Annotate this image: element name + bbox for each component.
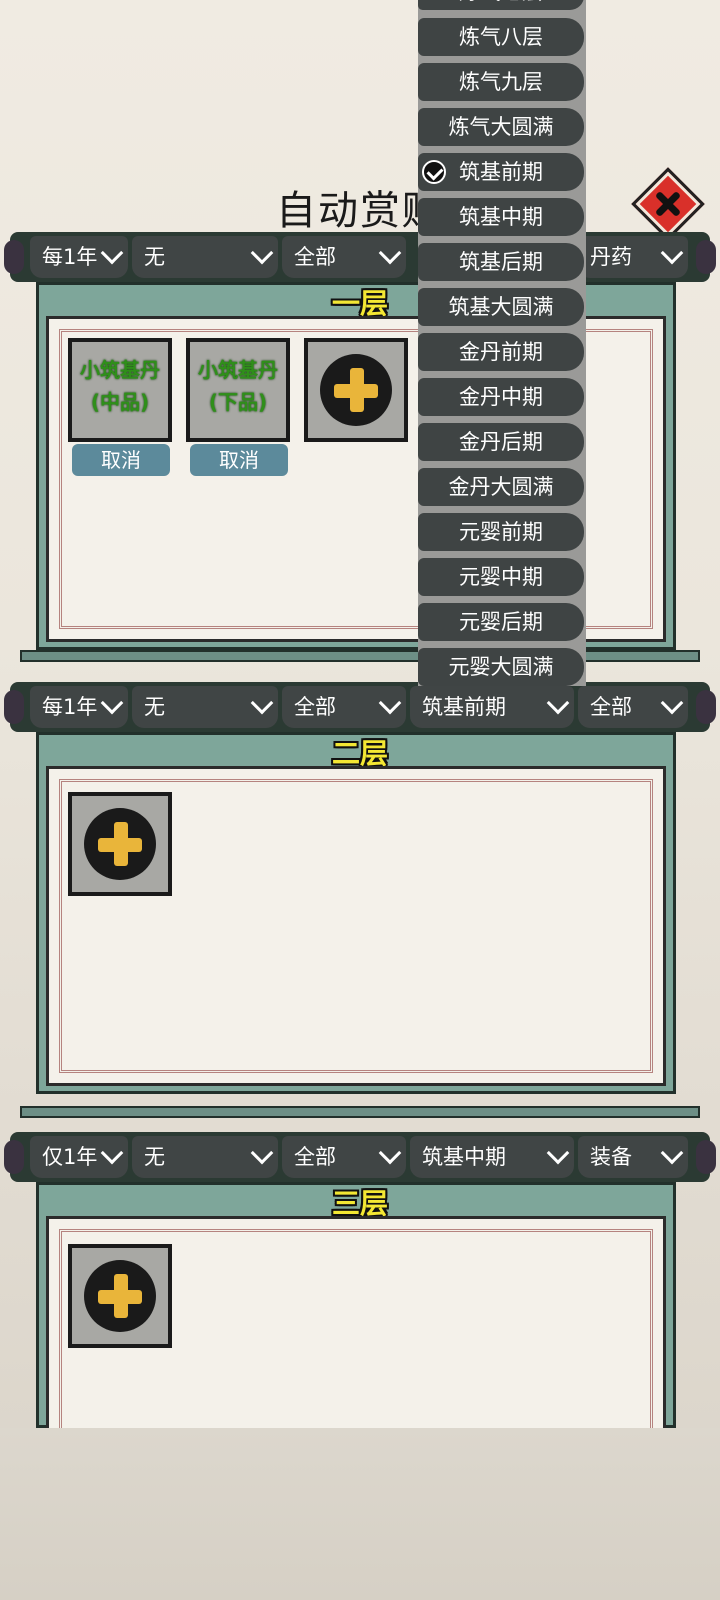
category-value: 全部 bbox=[590, 695, 632, 719]
chevron-down-icon bbox=[250, 241, 274, 265]
plus-icon bbox=[84, 808, 156, 880]
target-value: 无 bbox=[144, 695, 165, 719]
scope-value: 全部 bbox=[294, 245, 336, 269]
scope-dropdown[interactable]: 全部 bbox=[282, 1136, 406, 1178]
bottom-background bbox=[0, 1428, 720, 1600]
category-value: 丹药 bbox=[590, 245, 632, 269]
option-label: 筑基前期 bbox=[459, 160, 543, 184]
frequency-value: 每1年 bbox=[42, 245, 98, 269]
scope-dropdown[interactable]: 全部 bbox=[282, 236, 406, 278]
target-dropdown[interactable]: 无 bbox=[132, 236, 278, 278]
chevron-down-icon bbox=[378, 691, 402, 715]
realm-value: 筑基中期 bbox=[422, 1145, 506, 1169]
add-item-slot[interactable] bbox=[304, 338, 408, 442]
realm-dropdown[interactable]: 筑基中期 bbox=[410, 1136, 574, 1178]
bar-end-left bbox=[4, 240, 24, 274]
scope-value: 全部 bbox=[294, 695, 336, 719]
scope-value: 全部 bbox=[294, 1145, 336, 1169]
reward-item-slot[interactable]: 小筑基丹 (下品) bbox=[186, 338, 290, 442]
category-dropdown[interactable]: 丹药 bbox=[578, 236, 688, 278]
dropdown-option[interactable]: 金丹后期 bbox=[418, 423, 584, 461]
chevron-down-icon bbox=[250, 1141, 274, 1165]
bar-end-right bbox=[696, 240, 716, 274]
shelf bbox=[20, 650, 700, 662]
chevron-down-icon bbox=[100, 241, 124, 265]
plus-icon bbox=[84, 1260, 156, 1332]
category-value: 装备 bbox=[590, 1145, 632, 1169]
add-item-slot[interactable] bbox=[68, 1244, 172, 1348]
bar-end-left bbox=[4, 690, 24, 724]
chevron-down-icon bbox=[546, 1141, 570, 1165]
dropdown-option[interactable]: 金丹大圆满 bbox=[418, 468, 584, 506]
dropdown-option[interactable]: 炼气七层 bbox=[418, 0, 584, 10]
item-name: 小筑基丹 (下品) bbox=[198, 358, 278, 414]
frequency-dropdown[interactable]: 每1年 bbox=[30, 236, 128, 278]
chevron-down-icon bbox=[100, 1141, 124, 1165]
item-name: 小筑基丹 (中品) bbox=[80, 358, 160, 414]
dropdown-option[interactable]: 元婴大圆满 bbox=[418, 648, 584, 686]
scope-dropdown[interactable]: 全部 bbox=[282, 686, 406, 728]
shelf bbox=[20, 1106, 700, 1118]
dropdown-option[interactable]: 炼气九层 bbox=[418, 63, 584, 101]
dropdown-option[interactable]: 筑基后期 bbox=[418, 243, 584, 281]
dropdown-option[interactable]: 元婴前期 bbox=[418, 513, 584, 551]
page-title: 自动赏赐 bbox=[276, 188, 444, 234]
chevron-down-icon bbox=[100, 691, 124, 715]
bar-end-left bbox=[4, 1140, 24, 1174]
frequency-value: 每1年 bbox=[42, 695, 98, 719]
check-icon bbox=[422, 160, 446, 184]
reward-item-slot[interactable]: 小筑基丹 (中品) bbox=[68, 338, 172, 442]
cancel-button[interactable]: 取消 bbox=[190, 444, 288, 476]
dropdown-option[interactable]: 元婴后期 bbox=[418, 603, 584, 641]
category-dropdown[interactable]: 装备 bbox=[578, 1136, 688, 1178]
chevron-down-icon bbox=[660, 1141, 684, 1165]
realm-value: 筑基前期 bbox=[422, 695, 506, 719]
bar-end-right bbox=[696, 1140, 716, 1174]
add-item-slot[interactable] bbox=[68, 792, 172, 896]
chevron-down-icon bbox=[250, 691, 274, 715]
target-value: 无 bbox=[144, 1145, 165, 1169]
bar-end-right bbox=[696, 690, 716, 724]
chevron-down-icon bbox=[660, 241, 684, 265]
dropdown-option[interactable]: 炼气大圆满 bbox=[418, 108, 584, 146]
frequency-dropdown[interactable]: 仅1年 bbox=[30, 1136, 128, 1178]
chevron-down-icon bbox=[660, 691, 684, 715]
target-dropdown[interactable]: 无 bbox=[132, 686, 278, 728]
plus-icon bbox=[320, 354, 392, 426]
dropdown-option[interactable]: 金丹前期 bbox=[418, 333, 584, 371]
cancel-button[interactable]: 取消 bbox=[72, 444, 170, 476]
target-dropdown[interactable]: 无 bbox=[132, 1136, 278, 1178]
chevron-down-icon bbox=[378, 241, 402, 265]
target-value: 无 bbox=[144, 245, 165, 269]
dropdown-option[interactable]: 金丹中期 bbox=[418, 378, 584, 416]
realm-dropdown[interactable]: 筑基前期 bbox=[410, 686, 574, 728]
frequency-value: 仅1年 bbox=[42, 1145, 98, 1169]
realm-dropdown-list[interactable]: 炼气七层 炼气八层 炼气九层 炼气大圆满 筑基前期 筑基中期 筑基后期 筑基大圆… bbox=[418, 0, 586, 686]
dropdown-option[interactable]: 筑基大圆满 bbox=[418, 288, 584, 326]
dropdown-option[interactable]: 筑基中期 bbox=[418, 198, 584, 236]
chevron-down-icon bbox=[378, 1141, 402, 1165]
dropdown-option-selected[interactable]: 筑基前期 bbox=[418, 153, 584, 191]
frequency-dropdown[interactable]: 每1年 bbox=[30, 686, 128, 728]
dropdown-option[interactable]: 炼气八层 bbox=[418, 18, 584, 56]
dropdown-option[interactable]: 元婴中期 bbox=[418, 558, 584, 596]
category-dropdown[interactable]: 全部 bbox=[578, 686, 688, 728]
chevron-down-icon bbox=[546, 691, 570, 715]
